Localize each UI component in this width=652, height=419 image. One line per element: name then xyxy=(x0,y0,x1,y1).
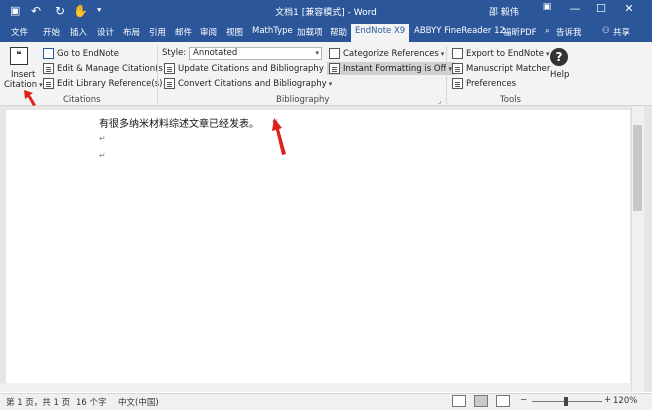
tab-abbyy[interactable]: ABBYY FineReader 12 xyxy=(414,26,505,36)
group-divider xyxy=(446,46,447,104)
tab-review[interactable]: 审阅 xyxy=(200,26,217,38)
zoom-in-button[interactable]: + xyxy=(604,395,611,405)
tab-home[interactable]: 开始 xyxy=(43,26,60,38)
bibliography-group-label: Bibliography xyxy=(276,95,330,105)
convert-citations-button[interactable]: Convert Citations and Bibliography ▾ xyxy=(164,78,332,89)
restore-button[interactable]: ☐ xyxy=(590,2,612,15)
tab-addins[interactable]: 加载项 xyxy=(297,26,323,38)
tab-view[interactable]: 视图 xyxy=(226,26,243,38)
paragraph-mark: ↵ xyxy=(99,134,106,143)
group-divider xyxy=(157,46,158,104)
style-label: Style: xyxy=(162,48,187,58)
help-button[interactable]: Help xyxy=(550,70,569,80)
update-icon xyxy=(164,63,175,74)
tell-me-input[interactable]: 告诉我 xyxy=(556,26,582,38)
chevron-down-icon: ▾ xyxy=(440,49,445,58)
convert-icon xyxy=(164,78,175,89)
share-icon[interactable]: ⚇ xyxy=(602,26,610,36)
convert-citations-label: Convert Citations and Bibliography xyxy=(178,78,327,89)
categorize-icon xyxy=(329,48,340,59)
preferences-label: Preferences xyxy=(466,78,516,89)
manuscript-icon xyxy=(452,63,463,74)
edit-library-reference-button[interactable]: Edit Library Reference(s) xyxy=(43,78,162,89)
tab-help[interactable]: 帮助 xyxy=(330,26,347,38)
categorize-label: Categorize References xyxy=(343,48,439,59)
read-mode-icon[interactable] xyxy=(452,395,466,407)
web-layout-icon[interactable] xyxy=(496,395,510,407)
dialog-launcher-icon[interactable]: ⌟ xyxy=(438,97,441,105)
tab-mailings[interactable]: 邮件 xyxy=(175,26,192,38)
manuscript-matcher-label: Manuscript Matcher xyxy=(466,63,551,74)
edit-manage-label: Edit & Manage Citation(s) xyxy=(57,63,167,74)
preferences-icon xyxy=(452,78,463,89)
help-icon[interactable]: ? xyxy=(550,48,568,66)
document-text-line[interactable]: 有很多纳米材料综述文章已经发表。 xyxy=(99,115,259,130)
export-icon xyxy=(452,48,463,59)
tab-mathtype[interactable]: MathType xyxy=(252,26,293,36)
citations-group-label: Citations xyxy=(63,95,101,105)
update-citations-button[interactable]: Update Citations and Bibliography xyxy=(164,63,324,74)
language-indicator[interactable]: 中文(中国) xyxy=(118,396,159,408)
red-arrow-annotation xyxy=(272,118,286,155)
export-to-endnote-button[interactable]: Export to EndNote ▾ xyxy=(452,48,550,59)
categorize-references-button[interactable]: Categorize References ▾ xyxy=(329,48,444,59)
tab-references[interactable]: 引用 xyxy=(149,26,166,38)
instant-formatting-button[interactable]: Instant Formatting is Off ▾ xyxy=(327,62,455,75)
tab-insert[interactable]: 插入 xyxy=(70,26,87,38)
user-name[interactable]: 邵 毅伟 xyxy=(489,5,519,18)
print-layout-icon[interactable] xyxy=(474,395,488,407)
go-to-endnote-label: Go to EndNote xyxy=(57,48,119,59)
zoom-slider-thumb[interactable] xyxy=(564,397,568,406)
insert-citation-label-1[interactable]: Insert xyxy=(11,70,35,80)
go-to-endnote-button[interactable]: Go to EndNote xyxy=(43,48,119,59)
instant-formatting-label: Instant Formatting is Off xyxy=(343,63,447,74)
share-button[interactable]: 共享 xyxy=(613,26,630,38)
preferences-button[interactable]: Preferences xyxy=(452,78,516,89)
edit-library-label: Edit Library Reference(s) xyxy=(57,78,163,89)
edit-manage-citations-button[interactable]: Edit & Manage Citation(s) xyxy=(43,63,166,74)
insert-citation-icon[interactable]: ❝ xyxy=(10,47,28,65)
minimize-button[interactable]: — xyxy=(564,2,586,15)
ribbon-tabs: 文件 开始 插入 设计 布局 引用 邮件 审阅 视图 MathType 加载项 … xyxy=(0,22,652,42)
ribbon-display-options-button[interactable]: ▣ xyxy=(536,2,558,12)
style-select[interactable]: Annotated ▾ xyxy=(189,47,322,60)
edit-citation-icon xyxy=(43,63,54,74)
zoom-level[interactable]: 120% xyxy=(613,396,637,406)
red-arrow-annotation xyxy=(24,90,36,106)
word-count[interactable]: 16 个字 xyxy=(76,396,107,408)
endnote-icon xyxy=(43,48,54,59)
zoom-out-button[interactable]: − xyxy=(520,395,527,405)
tab-design[interactable]: 设计 xyxy=(97,26,114,38)
instant-formatting-icon xyxy=(329,63,340,74)
horizontal-scrollbar[interactable] xyxy=(0,383,631,392)
search-icon[interactable]: ⌕ xyxy=(545,26,550,36)
chevron-down-icon: ▾ xyxy=(315,49,319,57)
tab-endnote[interactable]: EndNote X9 xyxy=(351,24,410,42)
title-bar: ▣ ↶ ↻ ✋ ⯆ 文档1 [兼容模式] - Word 邵 毅伟 ▣ — ☐ ✕ xyxy=(0,0,652,22)
vertical-scrollbar-thumb[interactable] xyxy=(633,125,642,211)
tools-group-label: Tools xyxy=(500,95,521,105)
paragraph-mark: ↵ xyxy=(99,151,106,160)
tab-foxit-pdf[interactable]: 福昕PDF xyxy=(503,26,537,38)
page-count[interactable]: 第 1 页，共 1 页 xyxy=(6,396,70,408)
style-value: Annotated xyxy=(193,48,238,58)
chevron-down-icon: ▾ xyxy=(328,79,333,88)
edit-library-icon xyxy=(43,78,54,89)
close-button[interactable]: ✕ xyxy=(618,2,640,15)
tab-layout[interactable]: 布局 xyxy=(123,26,140,38)
tab-file[interactable]: 文件 xyxy=(11,26,28,38)
update-citations-label: Update Citations and Bibliography xyxy=(178,63,324,74)
manuscript-matcher-button[interactable]: Manuscript Matcher xyxy=(452,63,550,74)
export-label: Export to EndNote xyxy=(466,48,545,59)
